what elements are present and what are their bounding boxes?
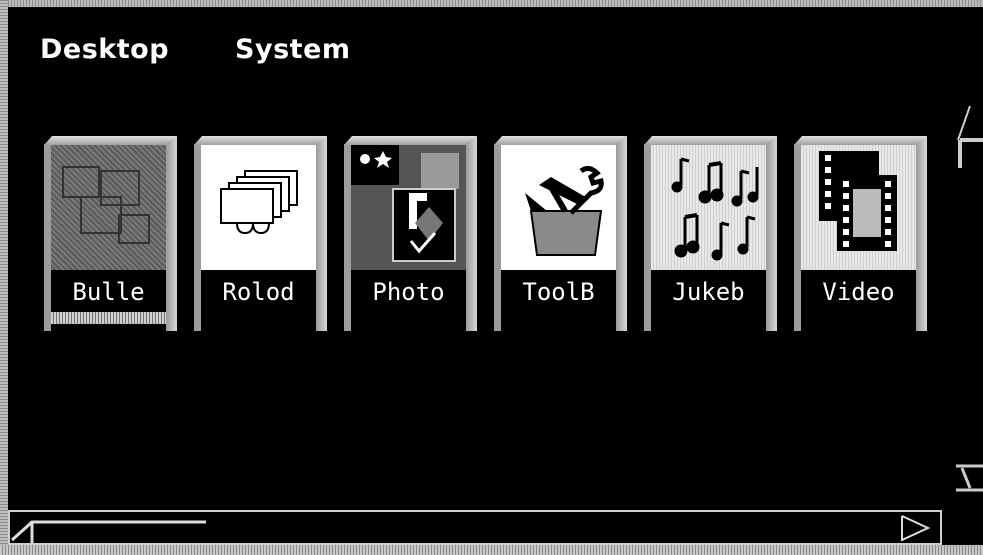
desktop-icon-video[interactable]: Video [794,136,927,331]
icon-label: ToolB [522,278,595,306]
horizontal-scrollbar[interactable] [8,510,942,545]
icon-label: Jukeb [672,278,745,306]
icon-row: Bulle Rolod Photo ToolB Jukeb Video [44,136,927,331]
icon-label: Photo [372,278,445,306]
icon-label: Rolod [222,278,295,306]
scroll-thumb[interactable] [10,512,220,543]
icon-label: Video [822,278,895,306]
desktop-icon-toolbox[interactable]: ToolB [494,136,627,331]
bulletin-board-icon [51,145,166,270]
menu-bar: Desktop System [40,34,351,74]
desktop-icon-photo[interactable]: Photo [344,136,477,331]
icon-label: Bulle [72,278,145,306]
window-frame-bottom [0,545,983,555]
toolbox-icon [501,145,616,270]
vertical-scrollbar-graphic [956,105,983,492]
jukebox-icon [651,145,766,270]
window-frame-left [0,0,8,555]
window-frame-top [0,0,983,7]
desktop-icon-rolodex[interactable]: Rolod [194,136,327,331]
desktop-icon-bulletin[interactable]: Bulle [44,136,177,331]
scroll-right-arrow-icon[interactable] [898,514,938,541]
desktop-icon-jukebox[interactable]: Jukeb [644,136,777,331]
photo-icon [351,145,466,270]
menu-desktop[interactable]: Desktop [40,34,169,74]
menu-system[interactable]: System [235,34,350,74]
film-strip-icon [801,145,916,270]
rolodex-icon [201,145,316,270]
vertical-scrollbar[interactable] [948,96,983,500]
